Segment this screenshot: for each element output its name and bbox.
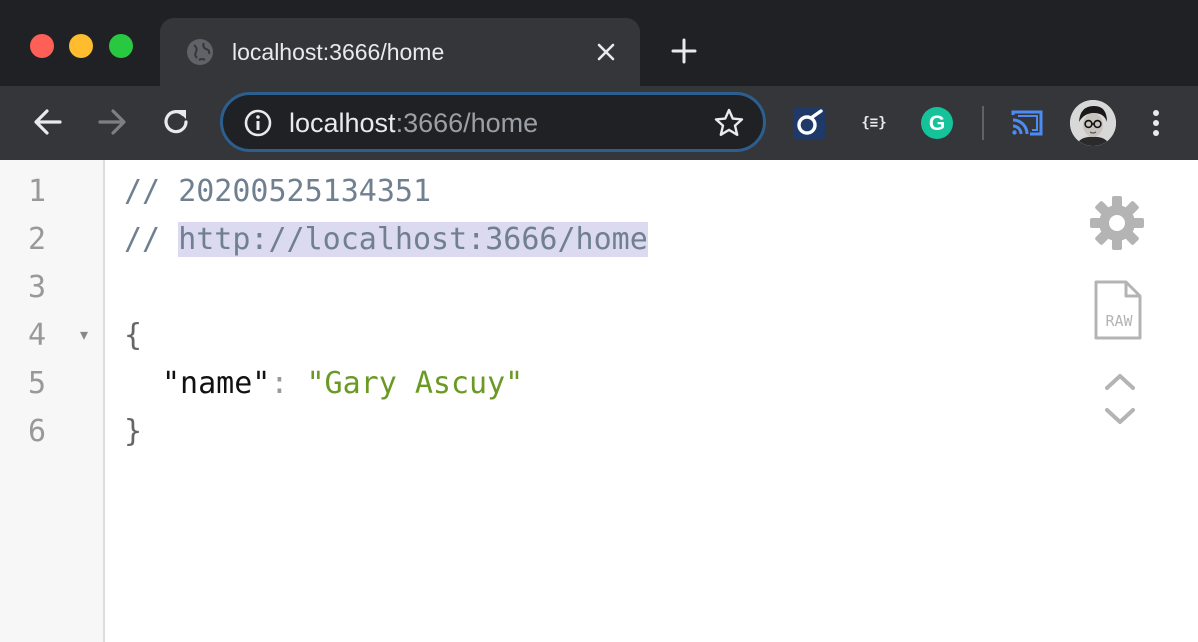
back-arrow-icon[interactable] <box>30 104 66 140</box>
code-line-open-brace: { <box>124 312 142 360</box>
grammarly-letter: G <box>929 112 945 135</box>
json-formatter-extension-icon[interactable]: {≡} <box>856 108 892 138</box>
line-number: 4 <box>27 318 46 353</box>
zoom-window-button[interactable] <box>109 34 133 58</box>
code-line-close-brace: } <box>124 408 142 456</box>
json-viewer: 1 2 3 4 ▾ 5 6 // 20200525134351 // http:… <box>0 160 1198 642</box>
url-text[interactable]: localhost:3666/home <box>289 108 538 138</box>
line-number: 6 <box>27 414 46 449</box>
raw-label: RAW <box>1105 312 1133 330</box>
bookmark-star-icon[interactable] <box>713 107 745 139</box>
comment-prefix: // <box>124 222 179 257</box>
new-tab-icon[interactable] <box>667 34 701 68</box>
site-info-icon[interactable] <box>243 108 273 138</box>
line-number-gutter: 1 2 3 4 ▾ 5 6 <box>0 160 105 642</box>
open-brace: { <box>124 318 143 353</box>
code-line-property: "name": "Gary Ascuy" <box>162 360 523 408</box>
browser-toolbar: localhost:3666/home {≡} G <box>0 86 1198 160</box>
avatar-image <box>1070 100 1116 146</box>
toolbar-separator <box>982 106 984 140</box>
close-tab-icon[interactable] <box>592 38 620 66</box>
line-number: 5 <box>27 366 46 401</box>
json-string-value: "Gary Ascuy" <box>306 366 524 401</box>
settings-gear-icon[interactable] <box>1088 194 1146 252</box>
fold-toggle-icon[interactable]: ▾ <box>76 312 92 360</box>
url-path: :3666/home <box>395 108 539 138</box>
line-number: 1 <box>27 174 46 209</box>
close-brace: } <box>124 414 143 449</box>
code-line-timestamp: // 20200525134351 <box>124 168 431 216</box>
address-bar[interactable]: localhost:3666/home <box>220 92 766 152</box>
collapse-up-chevron-icon[interactable] <box>1103 370 1137 392</box>
browser-tab[interactable]: localhost:3666/home <box>160 18 640 86</box>
url-host: localhost <box>289 108 396 138</box>
expand-down-chevron-icon[interactable] <box>1103 406 1137 428</box>
cast-icon[interactable] <box>1010 106 1044 140</box>
profile-avatar[interactable] <box>1070 100 1116 146</box>
forward-arrow-icon[interactable] <box>94 104 130 140</box>
grammarly-icon[interactable]: G <box>920 106 954 140</box>
line-number: 3 <box>27 270 46 305</box>
raw-view-icon[interactable]: RAW <box>1092 278 1144 342</box>
tab-title: localhost:3666/home <box>232 39 445 65</box>
more-menu-icon[interactable] <box>1144 106 1168 140</box>
minimize-window-button[interactable] <box>69 34 93 58</box>
source-url-link[interactable]: http://localhost:3666/home <box>178 222 648 257</box>
json-viewer-extension-icon[interactable] <box>792 106 826 140</box>
close-window-button[interactable] <box>30 34 54 58</box>
globe-icon <box>187 39 213 65</box>
title-bar: localhost:3666/home <box>0 0 1198 86</box>
reload-icon[interactable] <box>158 104 194 140</box>
json-colon: : <box>270 366 307 401</box>
json-key: "name" <box>162 366 271 401</box>
timestamp-comment: 20200525134351 <box>178 174 432 209</box>
code-line-url: // http://localhost:3666/home <box>124 216 648 264</box>
line-number: 2 <box>27 222 46 257</box>
comment-prefix: // <box>124 174 179 209</box>
